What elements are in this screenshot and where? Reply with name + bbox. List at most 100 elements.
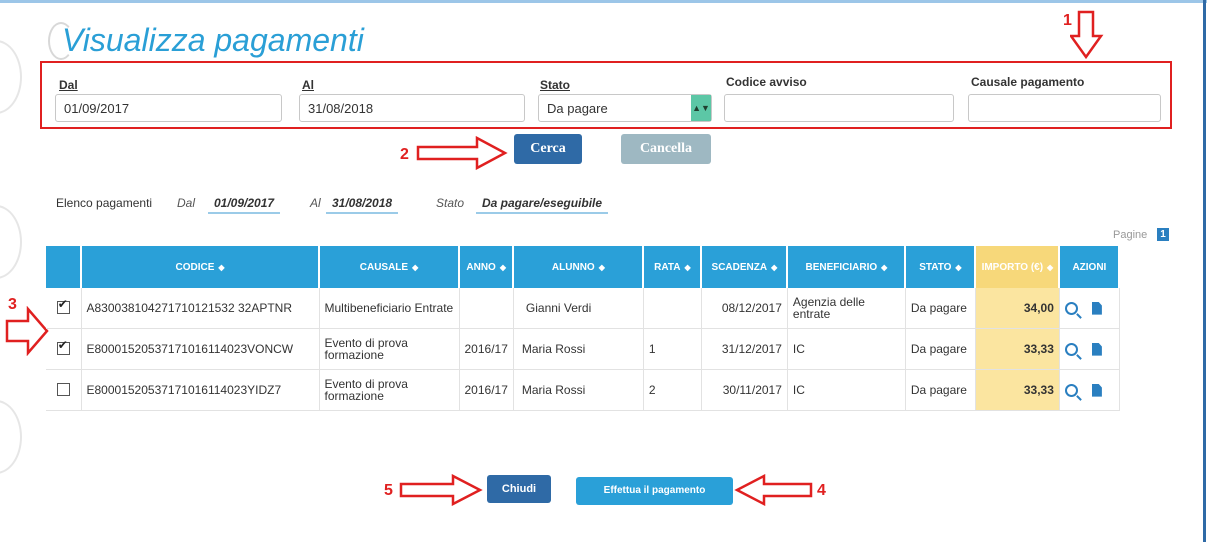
annotation-number-2: 2 <box>400 146 409 163</box>
causale-pagamento-label: Causale pagamento <box>971 75 1085 89</box>
cell-alunno: Maria Rossi <box>513 369 644 411</box>
cell-codice: E80001520537171016114023YIDZ7 <box>81 369 320 411</box>
cell-stato: Da pagare <box>905 288 976 329</box>
page-1-button[interactable]: 1 <box>1157 228 1169 241</box>
annotation-arrow-right-icon <box>5 306 49 356</box>
row-checkbox[interactable] <box>46 288 82 329</box>
header-stato-label: STATO <box>919 261 952 273</box>
sort-icon: ◆ <box>881 262 888 272</box>
summary-stato-value: Da pagare/eseguibile <box>476 196 609 214</box>
stato-label: Stato <box>540 78 570 92</box>
header-importo-label: IMPORTO (€) <box>981 261 1044 273</box>
header-rata[interactable]: RATA ◆ <box>643 246 703 288</box>
cell-codice: A830038104271710121532 32APTNR <box>81 288 320 329</box>
cell-azioni <box>1059 369 1120 411</box>
al-input[interactable]: 31/08/2018 <box>299 94 525 122</box>
summary-dal-value: 01/09/2017 <box>208 196 281 214</box>
pagination-label: Pagine <box>1113 229 1148 241</box>
cerca-button[interactable]: Cerca <box>514 134 582 164</box>
cell-scadenza: 30/11/2017 <box>701 369 788 411</box>
cell-alunno: Maria Rossi <box>513 328 644 370</box>
header-azioni-label: AZIONI <box>1072 261 1107 273</box>
table-header-row: CODICE ◆ CAUSALE ◆ ANNO ◆ ALUNNO ◆ RATA ◆ SCA… <box>46 246 1121 288</box>
right-border <box>1203 0 1206 542</box>
search-icon[interactable] <box>1064 342 1078 356</box>
decorative-arc <box>0 40 22 114</box>
header-causale[interactable]: CAUSALE ◆ <box>319 246 460 288</box>
cell-scadenza: 08/12/2017 <box>701 288 788 329</box>
annotation-number-4: 4 <box>817 482 826 499</box>
dal-label: Dal <box>59 78 78 92</box>
effettua-pagamento-button[interactable]: Effettua il pagamento <box>576 477 733 505</box>
codice-avviso-label: Codice avviso <box>726 75 807 89</box>
cell-alunno: Gianni Verdi <box>513 288 644 329</box>
sort-icon: ◆ <box>412 262 419 272</box>
header-importo[interactable]: IMPORTO (€) ◆ <box>975 246 1061 288</box>
cell-stato: Da pagare <box>905 328 976 370</box>
decorative-arc <box>0 205 22 279</box>
cell-azioni <box>1059 288 1120 329</box>
cell-codice: E80001520537171016114023VONCW <box>81 328 320 370</box>
dal-input[interactable]: 01/09/2017 <box>55 94 282 122</box>
cell-scadenza: 31/12/2017 <box>701 328 788 370</box>
annotation-arrow-right-icon <box>416 136 508 170</box>
header-alunno[interactable]: ALUNNO ◆ <box>513 246 645 288</box>
select-arrows-icon: ▲▼ <box>691 95 711 121</box>
cell-beneficiario: Agenzia delle entrate <box>787 288 906 329</box>
header-stato[interactable]: STATO ◆ <box>905 246 977 288</box>
table-row: E80001520537171016114023VONCW Evento di … <box>46 328 1120 370</box>
annotation-arrow-down-icon <box>1070 10 1104 60</box>
cell-azioni <box>1059 328 1120 370</box>
cell-rata <box>643 288 702 329</box>
header-codice-label: CODICE <box>175 261 215 273</box>
checkbox-unchecked[interactable] <box>56 382 70 396</box>
cell-importo: 33,33 <box>975 328 1060 370</box>
summary-al-value: 31/08/2018 <box>326 196 399 214</box>
header-codice[interactable]: CODICE ◆ <box>81 246 320 288</box>
summary-label: Elenco pagamenti <box>56 196 153 210</box>
al-label: Al <box>302 78 314 92</box>
cell-causale: Multibeneficiario Entrate <box>319 288 460 329</box>
cell-causale: Evento di prova formazione <box>319 328 460 370</box>
cell-importo: 34,00 <box>975 288 1060 329</box>
cell-beneficiario: IC <box>787 328 906 370</box>
header-beneficiario[interactable]: BENEFICIARIO ◆ <box>787 246 907 288</box>
document-icon[interactable] <box>1091 383 1102 397</box>
sort-icon: ◆ <box>1047 262 1054 272</box>
cell-beneficiario: IC <box>787 369 906 411</box>
table-row: E80001520537171016114023YIDZ7 Evento di … <box>46 369 1120 411</box>
annotation-arrow-left-icon <box>734 474 813 506</box>
causale-pagamento-input[interactable] <box>968 94 1161 122</box>
checkbox-checked[interactable] <box>56 298 70 314</box>
header-scadenza[interactable]: SCADENZA ◆ <box>701 246 789 288</box>
document-icon[interactable] <box>1091 301 1102 315</box>
header-rata-label: RATA <box>654 261 681 273</box>
cancella-button[interactable]: Cancella <box>621 134 711 164</box>
sort-icon: ◆ <box>684 262 691 272</box>
top-border <box>0 0 1207 3</box>
search-icon[interactable] <box>1064 301 1078 315</box>
sort-icon: ◆ <box>499 262 506 272</box>
header-alunno-label: ALUNNO <box>551 261 595 273</box>
stato-select-value: Da pagare <box>547 101 608 116</box>
row-checkbox[interactable] <box>46 328 82 370</box>
stato-select[interactable]: Da pagare ▲▼ <box>538 94 712 122</box>
sort-icon: ◆ <box>771 262 778 272</box>
header-scadenza-label: SCADENZA <box>711 261 768 273</box>
table-row: A830038104271710121532 32APTNR Multibene… <box>46 288 1120 329</box>
header-anno[interactable]: ANNO ◆ <box>459 246 515 288</box>
cell-anno: 2016/17 <box>459 369 514 411</box>
document-icon[interactable] <box>1091 342 1102 356</box>
checkbox-checked[interactable] <box>56 339 70 355</box>
header-beneficiario-label: BENEFICIARIO <box>805 261 878 273</box>
cell-anno: 2016/17 <box>459 328 514 370</box>
chiudi-button[interactable]: Chiudi <box>487 475 551 503</box>
sort-icon: ◆ <box>598 262 605 272</box>
annotation-arrow-right-icon <box>399 474 483 506</box>
codice-avviso-input[interactable] <box>724 94 954 122</box>
header-azioni: AZIONI <box>1059 246 1121 288</box>
row-checkbox[interactable] <box>46 369 82 411</box>
cell-rata: 2 <box>643 369 702 411</box>
search-icon[interactable] <box>1064 383 1078 397</box>
header-anno-label: ANNO <box>466 261 496 273</box>
